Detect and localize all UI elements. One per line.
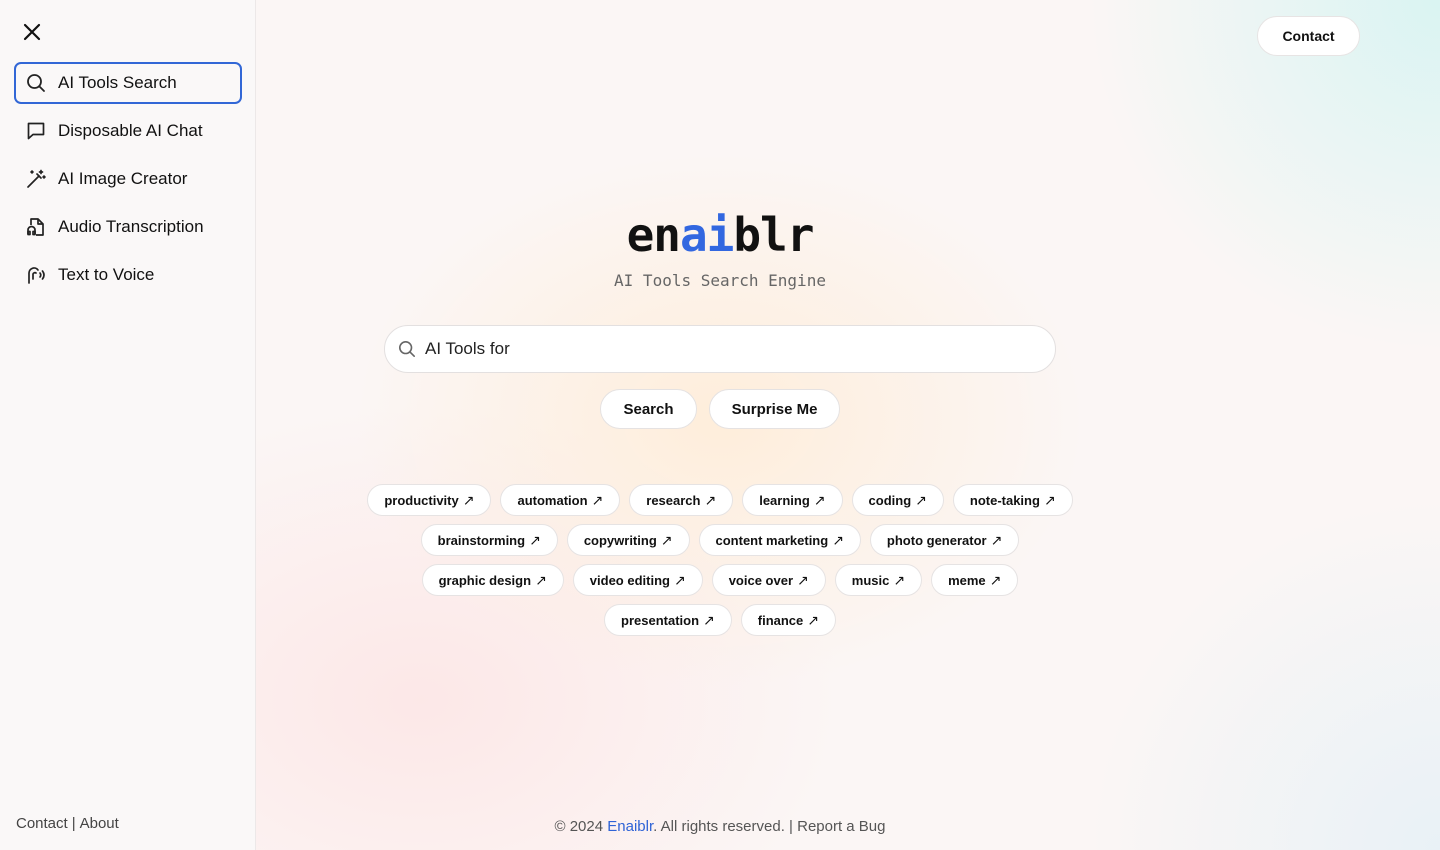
brand-link[interactable]: Enaiblr <box>607 818 653 835</box>
tag-chip[interactable]: copywriting ↗ <box>566 524 690 556</box>
arrow-up-right-icon: ↗ <box>529 531 541 548</box>
sidebar-item-ai-tools-search[interactable]: AI Tools Search <box>14 62 242 104</box>
tag-chip[interactable]: note-taking ↗ <box>952 484 1073 516</box>
tag-row: productivity ↗ automation ↗ research ↗ learnin… <box>367 484 1073 516</box>
arrow-up-right-icon: ↗ <box>660 531 673 548</box>
search-icon <box>25 72 47 94</box>
sidebar-item-label: Text to Voice <box>58 265 155 284</box>
tag-chip[interactable]: content marketing ↗ <box>698 524 861 556</box>
arrow-up-right-icon: ↗ <box>535 571 547 588</box>
arrow-up-right-icon: ↗ <box>915 491 927 508</box>
arrow-up-right-icon: ↗ <box>591 491 604 508</box>
logo-accent: ai <box>679 208 734 262</box>
tag-chip[interactable]: meme ↗ <box>931 564 1019 596</box>
tag-chip[interactable]: presentation ↗ <box>604 604 732 636</box>
logo-part: blr <box>733 208 814 262</box>
sidebar: AI Tools Search Disposable AI Chat AI Im… <box>0 0 256 850</box>
surprise-me-button[interactable]: Surprise Me <box>709 389 840 429</box>
tag-label: content marketing <box>715 532 829 548</box>
tag-chip[interactable]: brainstorming ↗ <box>420 524 558 556</box>
tag-label: brainstorming <box>437 532 526 548</box>
close-icon[interactable] <box>20 20 44 44</box>
arrow-up-right-icon: ↗ <box>893 571 906 588</box>
tag-label: video editing <box>589 572 670 588</box>
tag-chip[interactable]: productivity ↗ <box>367 484 492 516</box>
report-bug-link[interactable]: Report a Bug <box>793 818 885 835</box>
arrow-up-right-icon: ↗ <box>673 571 686 588</box>
tag-row: brainstorming ↗ copywriting ↗ content market… <box>370 524 1070 556</box>
search-box <box>384 325 1056 373</box>
tag-label: presentation <box>621 612 700 628</box>
arrow-up-right-icon: ↗ <box>807 611 819 628</box>
footer-separator: | <box>71 815 76 832</box>
tag-row: graphic design ↗ video editing ↗ voice over ↗… <box>370 564 1070 596</box>
sidebar-about-link[interactable]: About <box>80 815 119 832</box>
contact-button[interactable]: Contact <box>1257 16 1360 56</box>
sidebar-item-label: Audio Transcription <box>58 217 204 236</box>
tag-label: automation <box>517 492 588 508</box>
page-footer: © 2024 Enaiblr. All rights reserved. | R… <box>470 818 970 835</box>
arrow-up-right-icon: ↗ <box>704 491 717 508</box>
tag-chip[interactable]: automation ↗ <box>500 484 621 516</box>
arrow-up-right-icon: ↗ <box>832 531 844 548</box>
logo: enaiblr <box>520 208 920 262</box>
tag-label: research <box>646 492 701 508</box>
tag-chip[interactable]: voice over ↗ <box>711 564 826 596</box>
tag-chip[interactable]: music ↗ <box>834 564 923 596</box>
sidebar-item-label: Disposable AI Chat <box>58 121 203 140</box>
tag-label: music <box>851 572 890 588</box>
sidebar-footer: Contact | About <box>16 815 119 832</box>
sidebar-contact-link[interactable]: Contact <box>16 815 68 832</box>
tag-label: copywriting <box>583 532 657 548</box>
arrow-up-right-icon: ↗ <box>1043 491 1056 508</box>
tag-row: presentation ↗ finance ↗ <box>370 604 1070 636</box>
tag-chip[interactable]: coding ↗ <box>851 484 944 516</box>
tag-chip[interactable]: finance ↗ <box>740 604 836 636</box>
tagline: AI Tools Search Engine <box>614 271 826 290</box>
logo-part: en <box>626 208 681 262</box>
tag-label: photo generator <box>886 532 987 548</box>
tag-label: coding <box>868 492 912 508</box>
sidebar-nav: AI Tools Search Disposable AI Chat AI Im… <box>14 62 242 302</box>
tag-chip[interactable]: learning ↗ <box>742 484 843 516</box>
audio-file-icon <box>25 216 47 238</box>
tag-chip[interactable]: research ↗ <box>629 484 734 516</box>
sidebar-item-label: AI Image Creator <box>58 169 188 188</box>
tag-cloud: productivity ↗ automation ↗ research ↗ learnin… <box>367 484 1073 644</box>
arrow-up-right-icon: ↗ <box>703 611 715 628</box>
arrow-up-right-icon: ↗ <box>813 491 826 508</box>
sidebar-item-disposable-ai-chat[interactable]: Disposable AI Chat <box>14 110 242 152</box>
sidebar-item-text-to-voice[interactable]: Text to Voice <box>14 254 242 296</box>
tag-label: voice over <box>728 572 794 588</box>
tag-label: meme <box>948 572 986 588</box>
tag-chip[interactable]: graphic design ↗ <box>421 564 564 596</box>
tag-label: finance <box>757 612 804 628</box>
arrow-up-right-icon: ↗ <box>797 571 809 588</box>
search-button[interactable]: Search <box>600 389 697 429</box>
tag-chip[interactable]: video editing ↗ <box>572 564 703 596</box>
search-input[interactable] <box>425 339 1025 359</box>
tag-label: productivity <box>384 492 459 508</box>
voice-icon <box>25 264 47 286</box>
tag-label: learning <box>759 492 810 508</box>
chat-icon <box>25 120 47 142</box>
arrow-up-right-icon: ↗ <box>462 491 475 508</box>
copyright-text: © 2024 <box>554 818 608 835</box>
arrow-up-right-icon: ↗ <box>989 571 1002 588</box>
tag-chip[interactable]: photo generator ↗ <box>869 524 1020 556</box>
arrow-up-right-icon: ↗ <box>990 531 1003 548</box>
tag-label: note-taking <box>969 492 1040 508</box>
tag-label: graphic design <box>438 572 532 588</box>
rights-text: . All rights reserved. <box>653 818 790 835</box>
sidebar-item-label: AI Tools Search <box>58 73 177 92</box>
sidebar-item-ai-image-creator[interactable]: AI Image Creator <box>14 158 242 200</box>
sidebar-item-audio-transcription[interactable]: Audio Transcription <box>14 206 242 248</box>
search-icon <box>397 339 417 359</box>
magic-wand-icon <box>25 168 47 190</box>
